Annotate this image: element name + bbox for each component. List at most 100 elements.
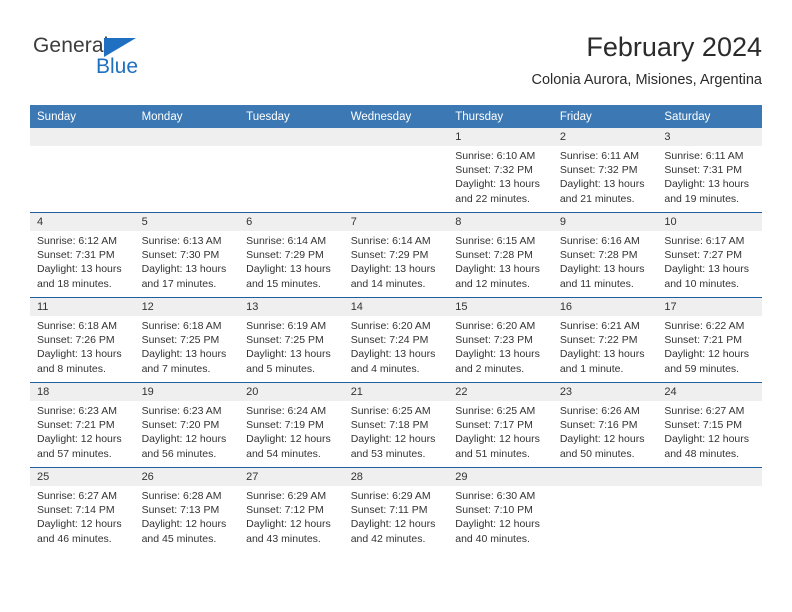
calendar-day-cell[interactable]: 1 Sunrise: 6:10 AM Sunset: 7:32 PM Daylight…	[448, 128, 553, 213]
sunset-text: Sunset: 7:24 PM	[350, 334, 429, 347]
day-number: 18	[30, 383, 135, 401]
calendar-day-cell[interactable]: 26 Sunrise: 6:28 AM Sunset: 7:13 PM Dayligh…	[134, 467, 240, 552]
calendar-week-row: 4 Sunrise: 6:12 AM Sunset: 7:31 PM Daylight…	[30, 212, 762, 298]
calendar-day-cell[interactable]: 20 Sunrise: 6:24 AM Sunset: 7:19 PM Dayligh…	[239, 382, 344, 468]
day-cell-content: 11 Sunrise: 6:18 AM Sunset: 7:26 PM Dayligh…	[30, 298, 135, 382]
calendar-body: 1 Sunrise: 6:10 AM Sunset: 7:32 PM Daylight…	[30, 128, 762, 552]
sun-info: Sunrise: 6:18 AM Sunset: 7:25 PM Daylight:…	[135, 316, 240, 376]
sunrise-text: Sunrise: 6:15 AM	[455, 235, 536, 247]
general-blue-logo[interactable]: General Blue	[33, 34, 233, 90]
day-number: 16	[552, 298, 658, 316]
calendar-day-cell[interactable]: 22 Sunrise: 6:25 AM Sunset: 7:17 PM Dayligh…	[448, 382, 553, 468]
day-number: 22	[448, 383, 553, 401]
calendar-day-cell[interactable]: 21 Sunrise: 6:25 AM Sunset: 7:18 PM Dayligh…	[343, 382, 449, 468]
calendar-day-cell[interactable]	[657, 467, 762, 552]
sunrise-text: Sunrise: 6:24 AM	[246, 405, 327, 417]
calendar-day-cell[interactable]: 27 Sunrise: 6:29 AM Sunset: 7:12 PM Dayligh…	[239, 467, 344, 552]
calendar-day-cell[interactable]	[343, 128, 449, 213]
calendar-day-cell[interactable]: 18 Sunrise: 6:23 AM Sunset: 7:21 PM Dayligh…	[30, 382, 135, 468]
calendar-day-cell[interactable]: 16 Sunrise: 6:21 AM Sunset: 7:22 PM Dayligh…	[552, 297, 658, 383]
calendar-day-cell[interactable]: 11 Sunrise: 6:18 AM Sunset: 7:26 PM Dayligh…	[30, 297, 135, 383]
day-cell-content: 8 Sunrise: 6:15 AM Sunset: 7:28 PM Daylight…	[448, 213, 553, 297]
sunset-text: Sunset: 7:25 PM	[246, 334, 324, 347]
day-cell-content: 26 Sunrise: 6:28 AM Sunset: 7:13 PM Dayligh…	[134, 468, 240, 552]
daylight-text-line2: and 53 minutes.	[350, 447, 426, 460]
daylight-text-line1: Daylight: 13 hours	[455, 178, 540, 191]
calendar-day-cell[interactable]: 25 Sunrise: 6:27 AM Sunset: 7:14 PM Dayligh…	[30, 467, 135, 552]
sunset-text: Sunset: 7:17 PM	[455, 419, 533, 432]
daylight-text-line2: and 50 minutes.	[559, 447, 635, 460]
sunset-text: Sunset: 7:19 PM	[246, 419, 324, 432]
sunrise-text: Sunrise: 6:20 AM	[455, 320, 536, 332]
calendar-day-cell[interactable]: 12 Sunrise: 6:18 AM Sunset: 7:25 PM Dayligh…	[134, 297, 240, 383]
calendar-day-cell[interactable]: 14 Sunrise: 6:20 AM Sunset: 7:24 PM Dayligh…	[343, 297, 449, 383]
daylight-text-line2: and 51 minutes.	[455, 447, 530, 460]
day-number: 23	[552, 383, 658, 401]
daylight-text-line2: and 46 minutes.	[37, 532, 112, 545]
sunrise-text: Sunrise: 6:18 AM	[141, 320, 222, 332]
sun-info: Sunrise: 6:27 AM Sunset: 7:15 PM Daylight:…	[657, 401, 762, 461]
weekday-header-wednesday: Wednesday	[343, 105, 449, 128]
weekday-header-thursday: Thursday	[448, 105, 553, 128]
daylight-text-line2: and 11 minutes.	[559, 277, 634, 290]
day-number: 11	[30, 298, 135, 316]
calendar-day-cell[interactable]: 29 Sunrise: 6:30 AM Sunset: 7:10 PM Dayligh…	[448, 467, 553, 552]
day-number: 25	[30, 468, 135, 486]
calendar-day-cell[interactable]: 19 Sunrise: 6:23 AM Sunset: 7:20 PM Dayligh…	[134, 382, 240, 468]
calendar-day-cell[interactable]	[239, 128, 344, 213]
calendar-day-cell[interactable]	[30, 128, 135, 213]
daylight-text-line2: and 43 minutes.	[246, 532, 321, 545]
calendar-day-cell[interactable]: 28 Sunrise: 6:29 AM Sunset: 7:11 PM Dayligh…	[343, 467, 449, 552]
sunrise-text: Sunrise: 6:25 AM	[350, 405, 431, 417]
daylight-text-line1: Daylight: 12 hours	[141, 433, 227, 446]
calendar-day-cell[interactable]: 6 Sunrise: 6:14 AM Sunset: 7:29 PM Daylight…	[239, 212, 344, 298]
daylight-text-line1: Daylight: 13 hours	[664, 263, 750, 276]
day-cell-content: 24 Sunrise: 6:27 AM Sunset: 7:15 PM Dayligh…	[657, 383, 762, 467]
day-cell-content: 23 Sunrise: 6:26 AM Sunset: 7:16 PM Dayligh…	[552, 383, 658, 467]
calendar-day-cell[interactable]: 8 Sunrise: 6:15 AM Sunset: 7:28 PM Daylight…	[448, 212, 553, 298]
calendar-week-row: 11 Sunrise: 6:18 AM Sunset: 7:26 PM Dayligh…	[30, 297, 762, 383]
calendar-day-cell[interactable]: 23 Sunrise: 6:26 AM Sunset: 7:16 PM Dayligh…	[552, 382, 658, 468]
daylight-text-line2: and 7 minutes.	[141, 362, 211, 375]
calendar-day-cell[interactable]: 4 Sunrise: 6:12 AM Sunset: 7:31 PM Daylight…	[30, 212, 135, 298]
calendar-day-cell[interactable]: 17 Sunrise: 6:22 AM Sunset: 7:21 PM Dayligh…	[657, 297, 762, 383]
daylight-text-line2: and 2 minutes.	[455, 362, 525, 375]
calendar-day-cell[interactable]: 15 Sunrise: 6:20 AM Sunset: 7:23 PM Dayligh…	[448, 297, 553, 383]
day-cell-content	[552, 468, 658, 552]
day-cell-content: 7 Sunrise: 6:14 AM Sunset: 7:29 PM Daylight…	[343, 213, 449, 297]
daylight-text-line2: and 21 minutes.	[559, 192, 635, 205]
calendar-day-cell[interactable]: 5 Sunrise: 6:13 AM Sunset: 7:30 PM Daylight…	[134, 212, 240, 298]
calendar-day-cell[interactable]	[134, 128, 240, 213]
calendar-day-cell[interactable]: 9 Sunrise: 6:16 AM Sunset: 7:28 PM Daylight…	[552, 212, 658, 298]
daylight-text-line2: and 1 minute.	[559, 362, 624, 375]
sunrise-text: Sunrise: 6:14 AM	[350, 235, 431, 247]
calendar-day-cell[interactable]	[552, 467, 658, 552]
sunrise-text: Sunrise: 6:18 AM	[37, 320, 117, 332]
daylight-text-line1: Daylight: 13 hours	[37, 348, 122, 361]
sun-info: Sunrise: 6:10 AM Sunset: 7:32 PM Daylight:…	[448, 146, 553, 206]
logo-text-blue: Blue	[96, 55, 139, 78]
daylight-text-line2: and 48 minutes.	[664, 447, 740, 460]
calendar-day-cell[interactable]: 13 Sunrise: 6:19 AM Sunset: 7:25 PM Dayligh…	[239, 297, 344, 383]
calendar-day-cell[interactable]: 24 Sunrise: 6:27 AM Sunset: 7:15 PM Dayligh…	[657, 382, 762, 468]
sunrise-text: Sunrise: 6:22 AM	[664, 320, 745, 332]
daylight-text-line1: Daylight: 13 hours	[350, 348, 436, 361]
weekday-header-monday: Monday	[134, 105, 240, 128]
daylight-text-line2: and 14 minutes.	[350, 277, 426, 290]
sunset-text: Sunset: 7:25 PM	[141, 334, 220, 347]
day-cell-content	[30, 128, 135, 212]
calendar-day-cell[interactable]: 2 Sunrise: 6:11 AM Sunset: 7:32 PM Daylight…	[552, 128, 658, 213]
calendar-day-cell[interactable]: 7 Sunrise: 6:14 AM Sunset: 7:29 PM Daylight…	[343, 212, 449, 298]
daylight-text-line1: Daylight: 13 hours	[350, 263, 436, 276]
day-cell-content: 19 Sunrise: 6:23 AM Sunset: 7:20 PM Dayligh…	[134, 383, 240, 467]
daylight-text-line1: Daylight: 13 hours	[246, 263, 331, 276]
calendar-day-cell[interactable]: 10 Sunrise: 6:17 AM Sunset: 7:27 PM Dayligh…	[657, 212, 762, 298]
calendar-day-cell[interactable]: 3 Sunrise: 6:11 AM Sunset: 7:31 PM Daylight…	[657, 128, 762, 213]
daylight-text-line1: Daylight: 12 hours	[350, 433, 436, 446]
sunrise-text: Sunrise: 6:28 AM	[141, 490, 222, 502]
calendar-week-row: 18 Sunrise: 6:23 AM Sunset: 7:21 PM Dayligh…	[30, 382, 762, 468]
sunset-text: Sunset: 7:18 PM	[350, 419, 429, 432]
sun-info: Sunrise: 6:11 AM Sunset: 7:31 PM Daylight:…	[657, 146, 762, 206]
daylight-text-line1: Daylight: 13 hours	[455, 348, 540, 361]
day-cell-content: 25 Sunrise: 6:27 AM Sunset: 7:14 PM Dayligh…	[30, 468, 135, 552]
